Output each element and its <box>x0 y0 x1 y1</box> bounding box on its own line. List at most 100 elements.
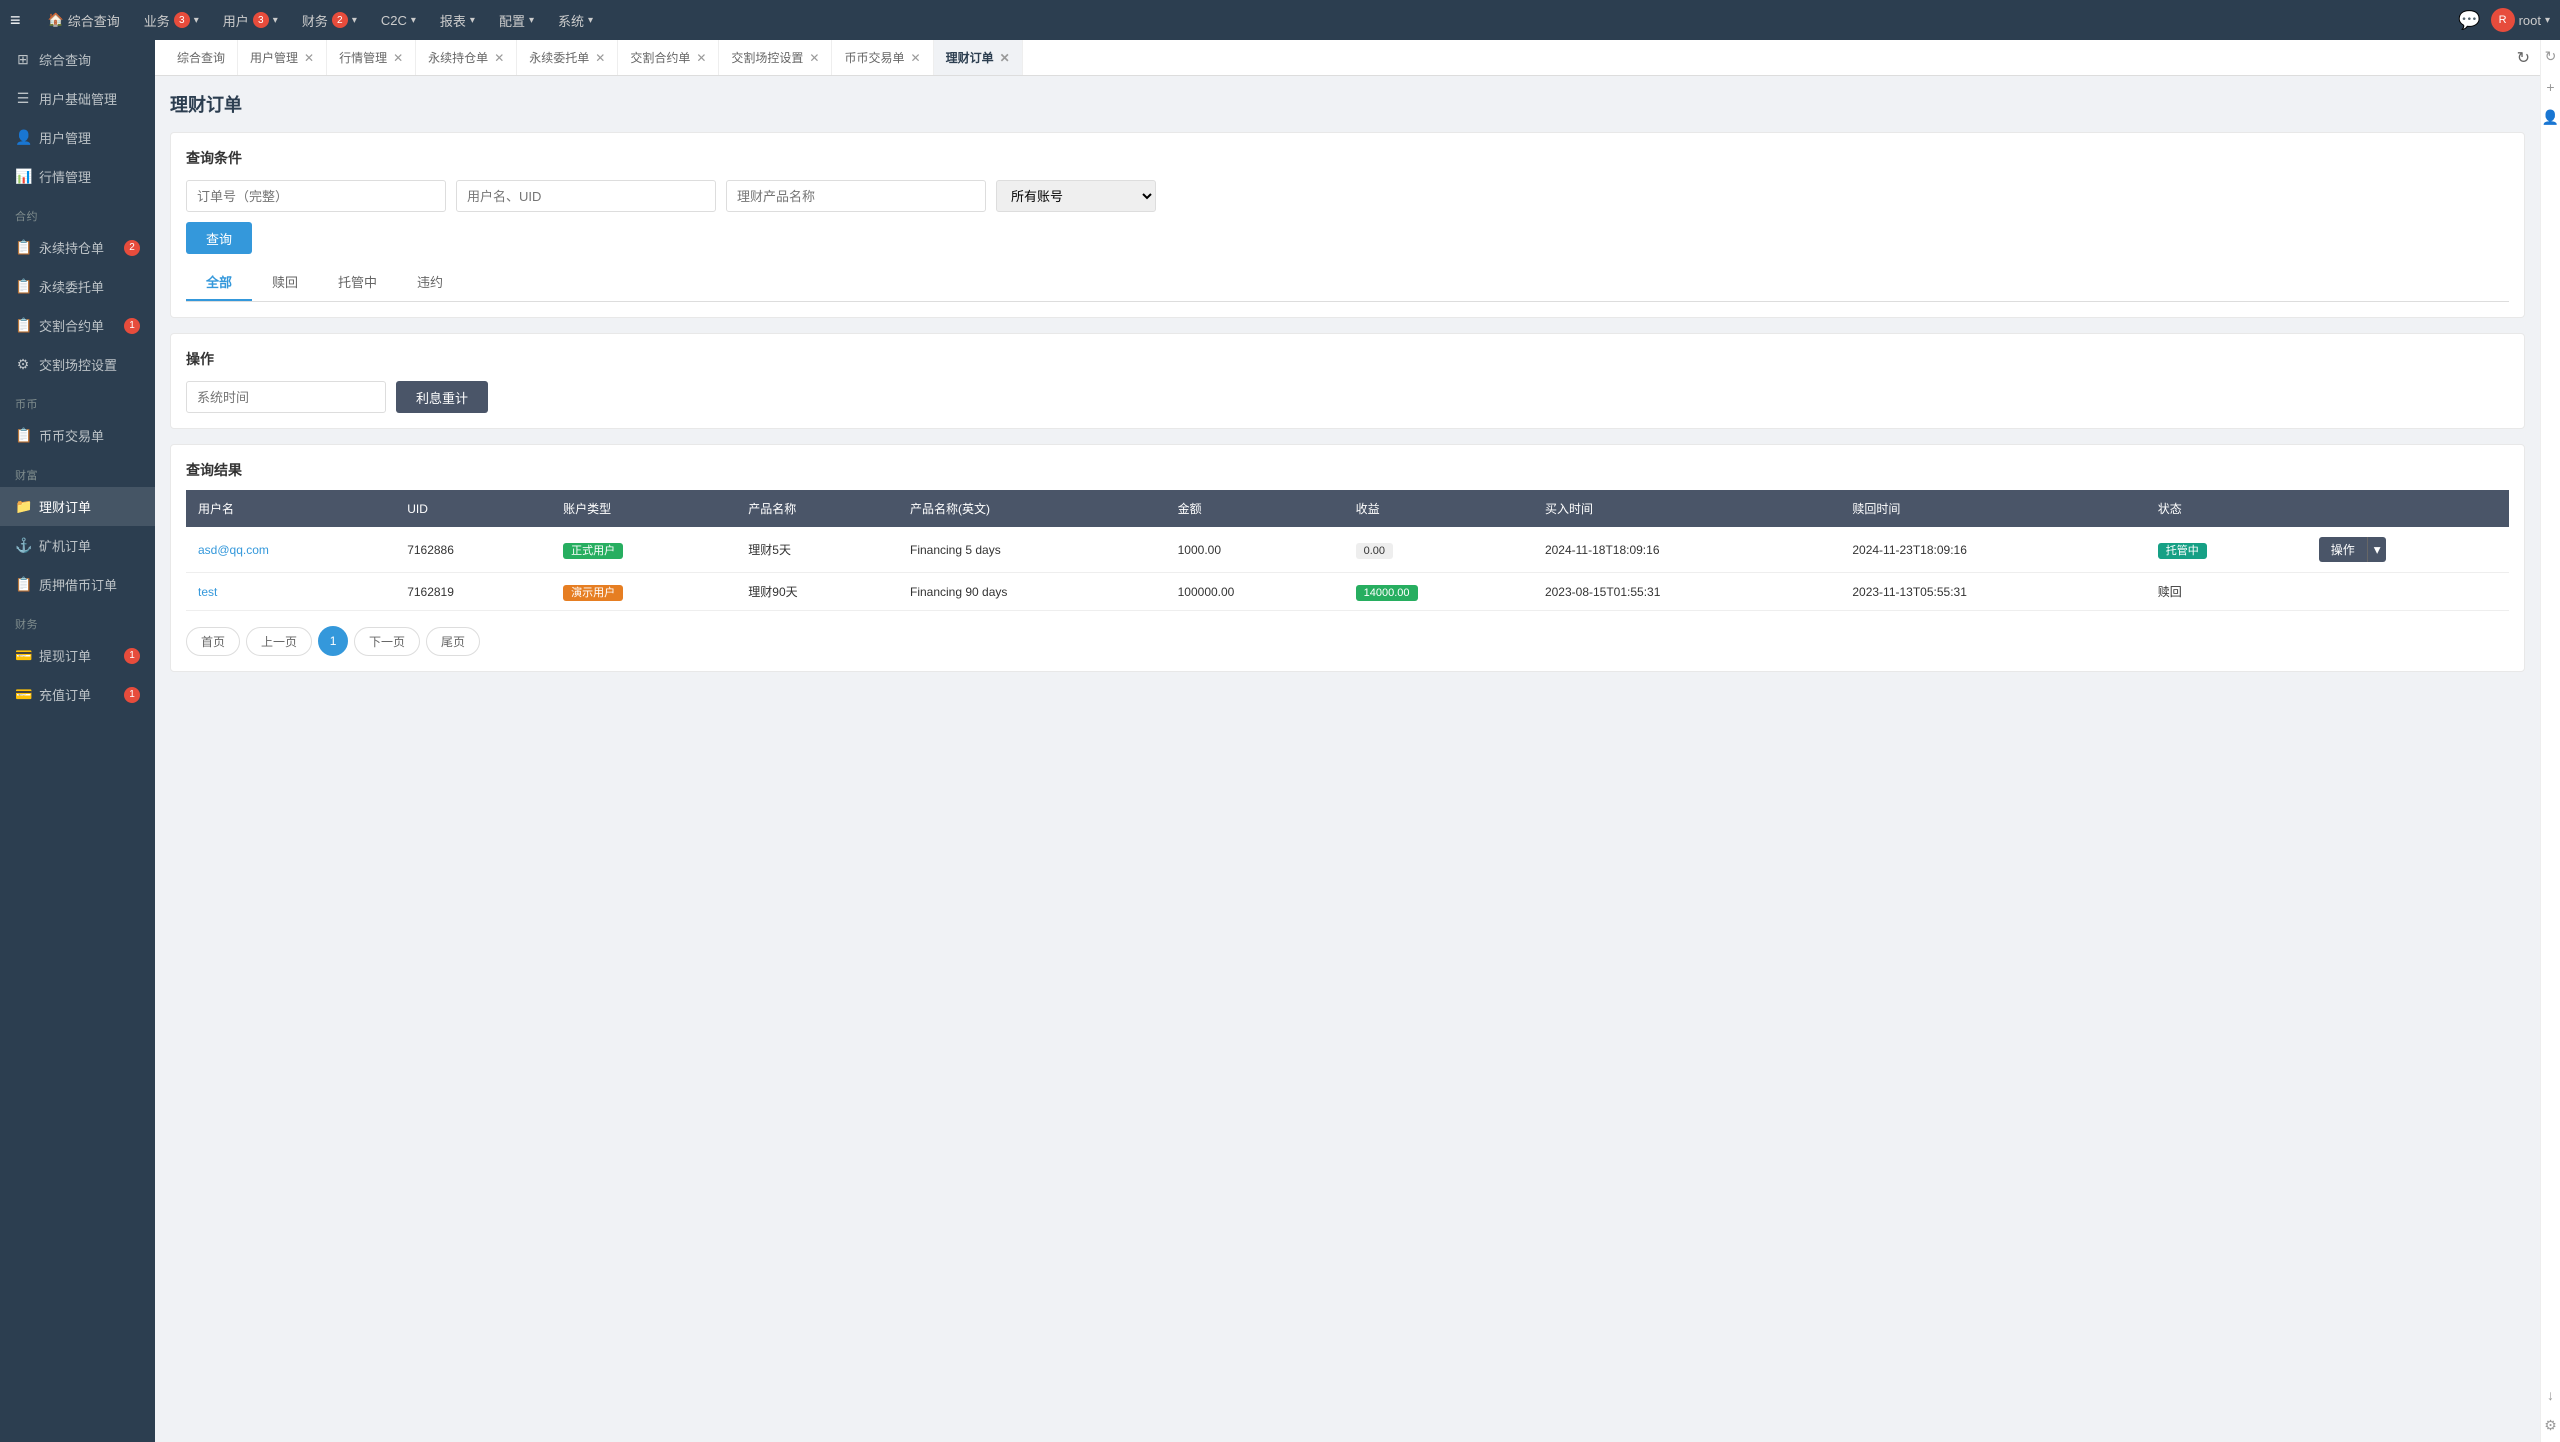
tab-finance-order-close[interactable]: ✕ <box>1000 51 1010 65</box>
settings-icon: ⚙ <box>15 356 31 373</box>
tab-perpetual-position-close[interactable]: ✕ <box>494 51 504 65</box>
sidebar-item-label: 交割场控设置 <box>39 355 117 374</box>
page-title: 理财订单 <box>170 91 2525 117</box>
tab-delivery-contract[interactable]: 交割合约单 ✕ <box>618 40 719 76</box>
ops-row: 利息重计 <box>186 381 2509 413</box>
sidebar-section-contract: 合约 <box>0 196 155 228</box>
panel-down-icon[interactable]: ↓ <box>2544 1384 2557 1406</box>
nav-report[interactable]: 报表 ▾ <box>428 0 487 40</box>
sidebar-item-delivery-contract[interactable]: 📋 交割合约单 1 <box>0 306 155 345</box>
sidebar-item-label: 充值订单 <box>39 685 91 704</box>
chevron-down-icon-user: ▾ <box>2545 15 2550 26</box>
tab-market-close[interactable]: ✕ <box>393 51 403 65</box>
cell-uid-1: 7162886 <box>395 527 551 573</box>
sidebar-item-overview[interactable]: ⊞ 综合查询 <box>0 40 155 79</box>
cell-status-2: 赎回 <box>2146 573 2307 611</box>
sidebar-item-spot-trade[interactable]: 📋 币币交易单 <box>0 416 155 455</box>
product-name-input[interactable] <box>726 180 986 212</box>
tab-perpetual-entrust-close[interactable]: ✕ <box>595 51 605 65</box>
nav-home[interactable]: 🏠 综合查询 <box>36 0 132 40</box>
nav-finance[interactable]: 财务 2 ▾ <box>290 0 369 40</box>
page-content: 理财订单 查询条件 所有账号 查询 全部 赎回 托 <box>155 76 2540 1442</box>
perpetual-position-badge: 2 <box>124 240 140 256</box>
user-dropdown[interactable]: R root ▾ <box>2491 8 2550 32</box>
sidebar-item-perpetual-entrust[interactable]: 📋 永续委托单 <box>0 267 155 306</box>
nav-system[interactable]: 系统 ▾ <box>546 0 605 40</box>
tab-delivery-contract-label: 交割合约单 <box>630 49 690 66</box>
panel-settings-icon[interactable]: ⚙ <box>2541 1414 2560 1437</box>
menu-icon[interactable]: ≡ <box>10 10 21 31</box>
page-current-btn[interactable]: 1 <box>318 626 348 656</box>
page-last-btn[interactable]: 尾页 <box>426 627 480 656</box>
panel-add-icon[interactable]: + <box>2543 76 2557 98</box>
chevron-down-icon-3: ▾ <box>352 15 357 26</box>
tab-finance-order[interactable]: 理财订单 ✕ <box>934 40 1023 76</box>
username-link-1[interactable]: asd@qq.com <box>198 543 269 557</box>
chat-icon[interactable]: 💬 <box>2458 10 2480 31</box>
cell-amount-1: 1000.00 <box>1166 527 1344 573</box>
cell-amount-2: 100000.00 <box>1166 573 1344 611</box>
tab-overview[interactable]: 综合查询 <box>165 40 238 76</box>
panel-user-icon[interactable]: 👤 <box>2539 106 2560 129</box>
chevron-down-icon-2: ▾ <box>273 15 278 26</box>
tab-spot-trade-close[interactable]: ✕ <box>911 51 921 65</box>
sidebar-item-deposit[interactable]: 💳 充值订单 1 <box>0 675 155 714</box>
page-next-btn[interactable]: 下一页 <box>354 627 420 656</box>
nav-config[interactable]: 配置 ▾ <box>487 0 546 40</box>
cell-action-2 <box>2307 573 2509 611</box>
sidebar-item-delivery-settings[interactable]: ⚙ 交割场控设置 <box>0 345 155 384</box>
tab-market[interactable]: 行情管理 ✕ <box>327 40 416 76</box>
sidebar-item-finance-order[interactable]: 📁 理财订单 <box>0 487 155 526</box>
tab-perpetual-entrust[interactable]: 永续委托单 ✕ <box>517 40 618 76</box>
tab-delivery-settings[interactable]: 交割场控设置 ✕ <box>719 40 832 76</box>
search-button[interactable]: 查询 <box>186 222 252 254</box>
filter-tab-breach[interactable]: 违约 <box>397 264 463 301</box>
sidebar-item-pledge-order[interactable]: 📋 质押借币订单 <box>0 565 155 604</box>
username-link-2[interactable]: test <box>198 585 217 599</box>
tab-delivery-settings-close[interactable]: ✕ <box>809 51 819 65</box>
recalc-button[interactable]: 利息重计 <box>396 381 488 413</box>
panel-refresh-icon[interactable]: ↻ <box>2542 45 2560 68</box>
tab-perpetual-position[interactable]: 永续持仓单 ✕ <box>416 40 517 76</box>
nav-items: 🏠 综合查询 业务 3 ▾ 用户 3 ▾ 财务 2 ▾ C2C ▾ 报表 ▾ 配… <box>36 0 2459 40</box>
sidebar-item-miner-order[interactable]: ⚓ 矿机订单 <box>0 526 155 565</box>
time-input[interactable] <box>186 381 386 413</box>
sidebar-item-perpetual-position[interactable]: 📋 永续持仓单 2 <box>0 228 155 267</box>
nav-c2c[interactable]: C2C ▾ <box>369 0 428 40</box>
list-icon: ☰ <box>15 90 31 107</box>
withdraw-badge: 1 <box>124 648 140 664</box>
user-uid-input[interactable] <box>456 180 716 212</box>
account-type-badge-2: 演示用户 <box>563 585 623 601</box>
sidebar-item-withdraw[interactable]: 💳 提现订单 1 <box>0 636 155 675</box>
page-prev-btn[interactable]: 上一页 <box>246 627 312 656</box>
sidebar: ⊞ 综合查询 ☰ 用户基础管理 👤 用户管理 📊 行情管理 合约 📋 永续持仓单… <box>0 40 155 1442</box>
nav-business[interactable]: 业务 3 ▾ <box>132 0 211 40</box>
sidebar-item-user-mgmt[interactable]: 👤 用户管理 <box>0 118 155 157</box>
anchor-icon: ⚓ <box>15 537 31 554</box>
tab-finance-order-label: 理财订单 <box>946 49 994 66</box>
tab-delivery-contract-close[interactable]: ✕ <box>696 51 706 65</box>
sidebar-item-market[interactable]: 📊 行情管理 <box>0 157 155 196</box>
account-select[interactable]: 所有账号 <box>996 180 1156 212</box>
col-product-name: 产品名称 <box>736 490 898 527</box>
filter-tab-all[interactable]: 全部 <box>186 264 252 301</box>
page-first-btn[interactable]: 首页 <box>186 627 240 656</box>
chevron-down-icon-5: ▾ <box>470 15 475 26</box>
action-button-1[interactable]: 操作 <box>2319 537 2367 562</box>
table-header-row: 用户名 UID 账户类型 产品名称 产品名称(英文) 金额 收益 买入时间 赎回… <box>186 490 2509 527</box>
account-type-badge-1: 正式用户 <box>563 543 623 559</box>
sidebar-section-wealth: 财富 <box>0 455 155 487</box>
tab-spot-trade[interactable]: 币币交易单 ✕ <box>832 40 933 76</box>
filter-tab-custody[interactable]: 托管中 <box>318 264 397 301</box>
tab-user-mgmt-close[interactable]: ✕ <box>304 51 314 65</box>
refresh-icon[interactable]: ↻ <box>2517 48 2530 68</box>
tab-user-mgmt[interactable]: 用户管理 ✕ <box>238 40 327 76</box>
nav-user[interactable]: 用户 3 ▾ <box>211 0 290 40</box>
filter-tabs: 全部 赎回 托管中 违约 <box>186 264 2509 302</box>
action-dropdown-arrow-1[interactable]: ▾ <box>2367 537 2387 562</box>
nav-config-label: 配置 <box>499 11 525 30</box>
order-number-input[interactable] <box>186 180 446 212</box>
filter-tab-redeem[interactable]: 赎回 <box>252 264 318 301</box>
sidebar-item-user-base[interactable]: ☰ 用户基础管理 <box>0 79 155 118</box>
cell-redeem-time-1: 2024-11-23T18:09:16 <box>1840 527 2145 573</box>
